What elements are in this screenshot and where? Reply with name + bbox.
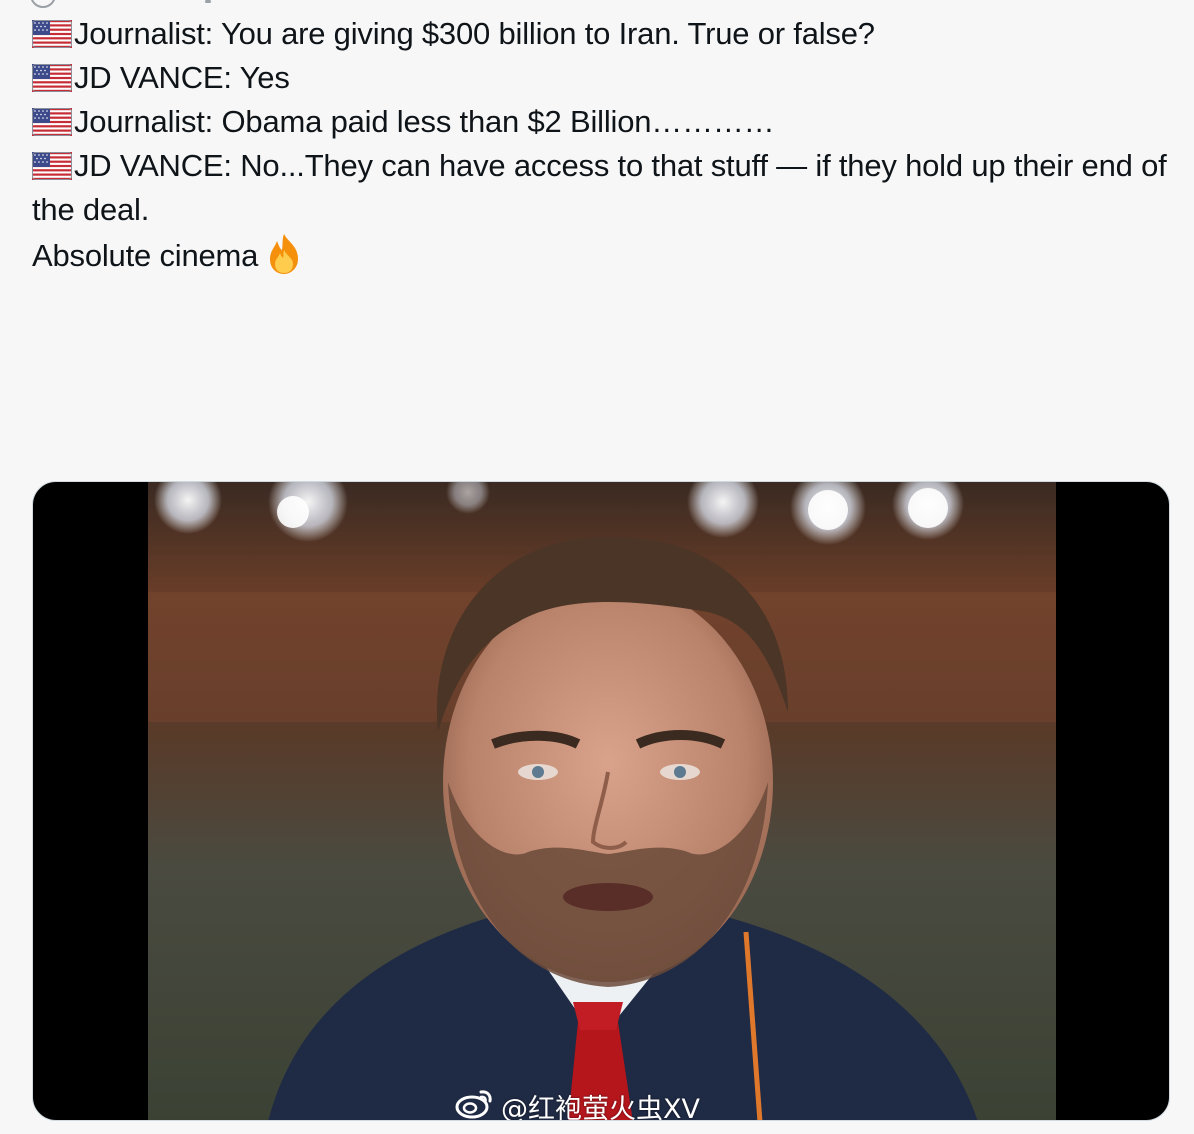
weibo-watermark: @红袍萤火虫XV bbox=[455, 1086, 700, 1121]
avatar[interactable] bbox=[30, 0, 56, 8]
post-closing-text: Absolute cinema bbox=[32, 238, 259, 273]
post-line-2-text: JD VANCE: Yes bbox=[74, 60, 290, 95]
post-line-1-text: Journalist: You are giving $300 billion … bbox=[74, 16, 875, 51]
post-line-3: Journalist: Obama paid less than $2 Bill… bbox=[32, 100, 1182, 144]
header-separator bbox=[205, 0, 211, 3]
fire-icon bbox=[264, 232, 304, 276]
post-line-3-text: Journalist: Obama paid less than $2 Bill… bbox=[74, 104, 775, 139]
portrait-photo bbox=[148, 482, 1056, 1120]
us-flag-icon bbox=[32, 151, 72, 181]
us-flag-icon bbox=[32, 63, 72, 93]
post-line-4-text: JD VANCE: No...They can have access to t… bbox=[32, 148, 1167, 227]
post-line-2: JD VANCE: Yes bbox=[32, 56, 1182, 100]
weibo-icon bbox=[455, 1086, 495, 1121]
watermark-text: @红袍萤火虫XV bbox=[501, 1093, 700, 1121]
post-line-4: JD VANCE: No...They can have access to t… bbox=[32, 144, 1182, 232]
post-media[interactable]: @红袍萤火虫XV bbox=[32, 481, 1170, 1121]
post-line-1: Journalist: You are giving $300 billion … bbox=[32, 12, 1182, 56]
us-flag-icon bbox=[32, 107, 72, 137]
us-flag-icon bbox=[32, 19, 72, 49]
post-closing-line: Absolute cinema bbox=[32, 232, 1182, 278]
post-text: Journalist: You are giving $300 billion … bbox=[32, 12, 1182, 278]
